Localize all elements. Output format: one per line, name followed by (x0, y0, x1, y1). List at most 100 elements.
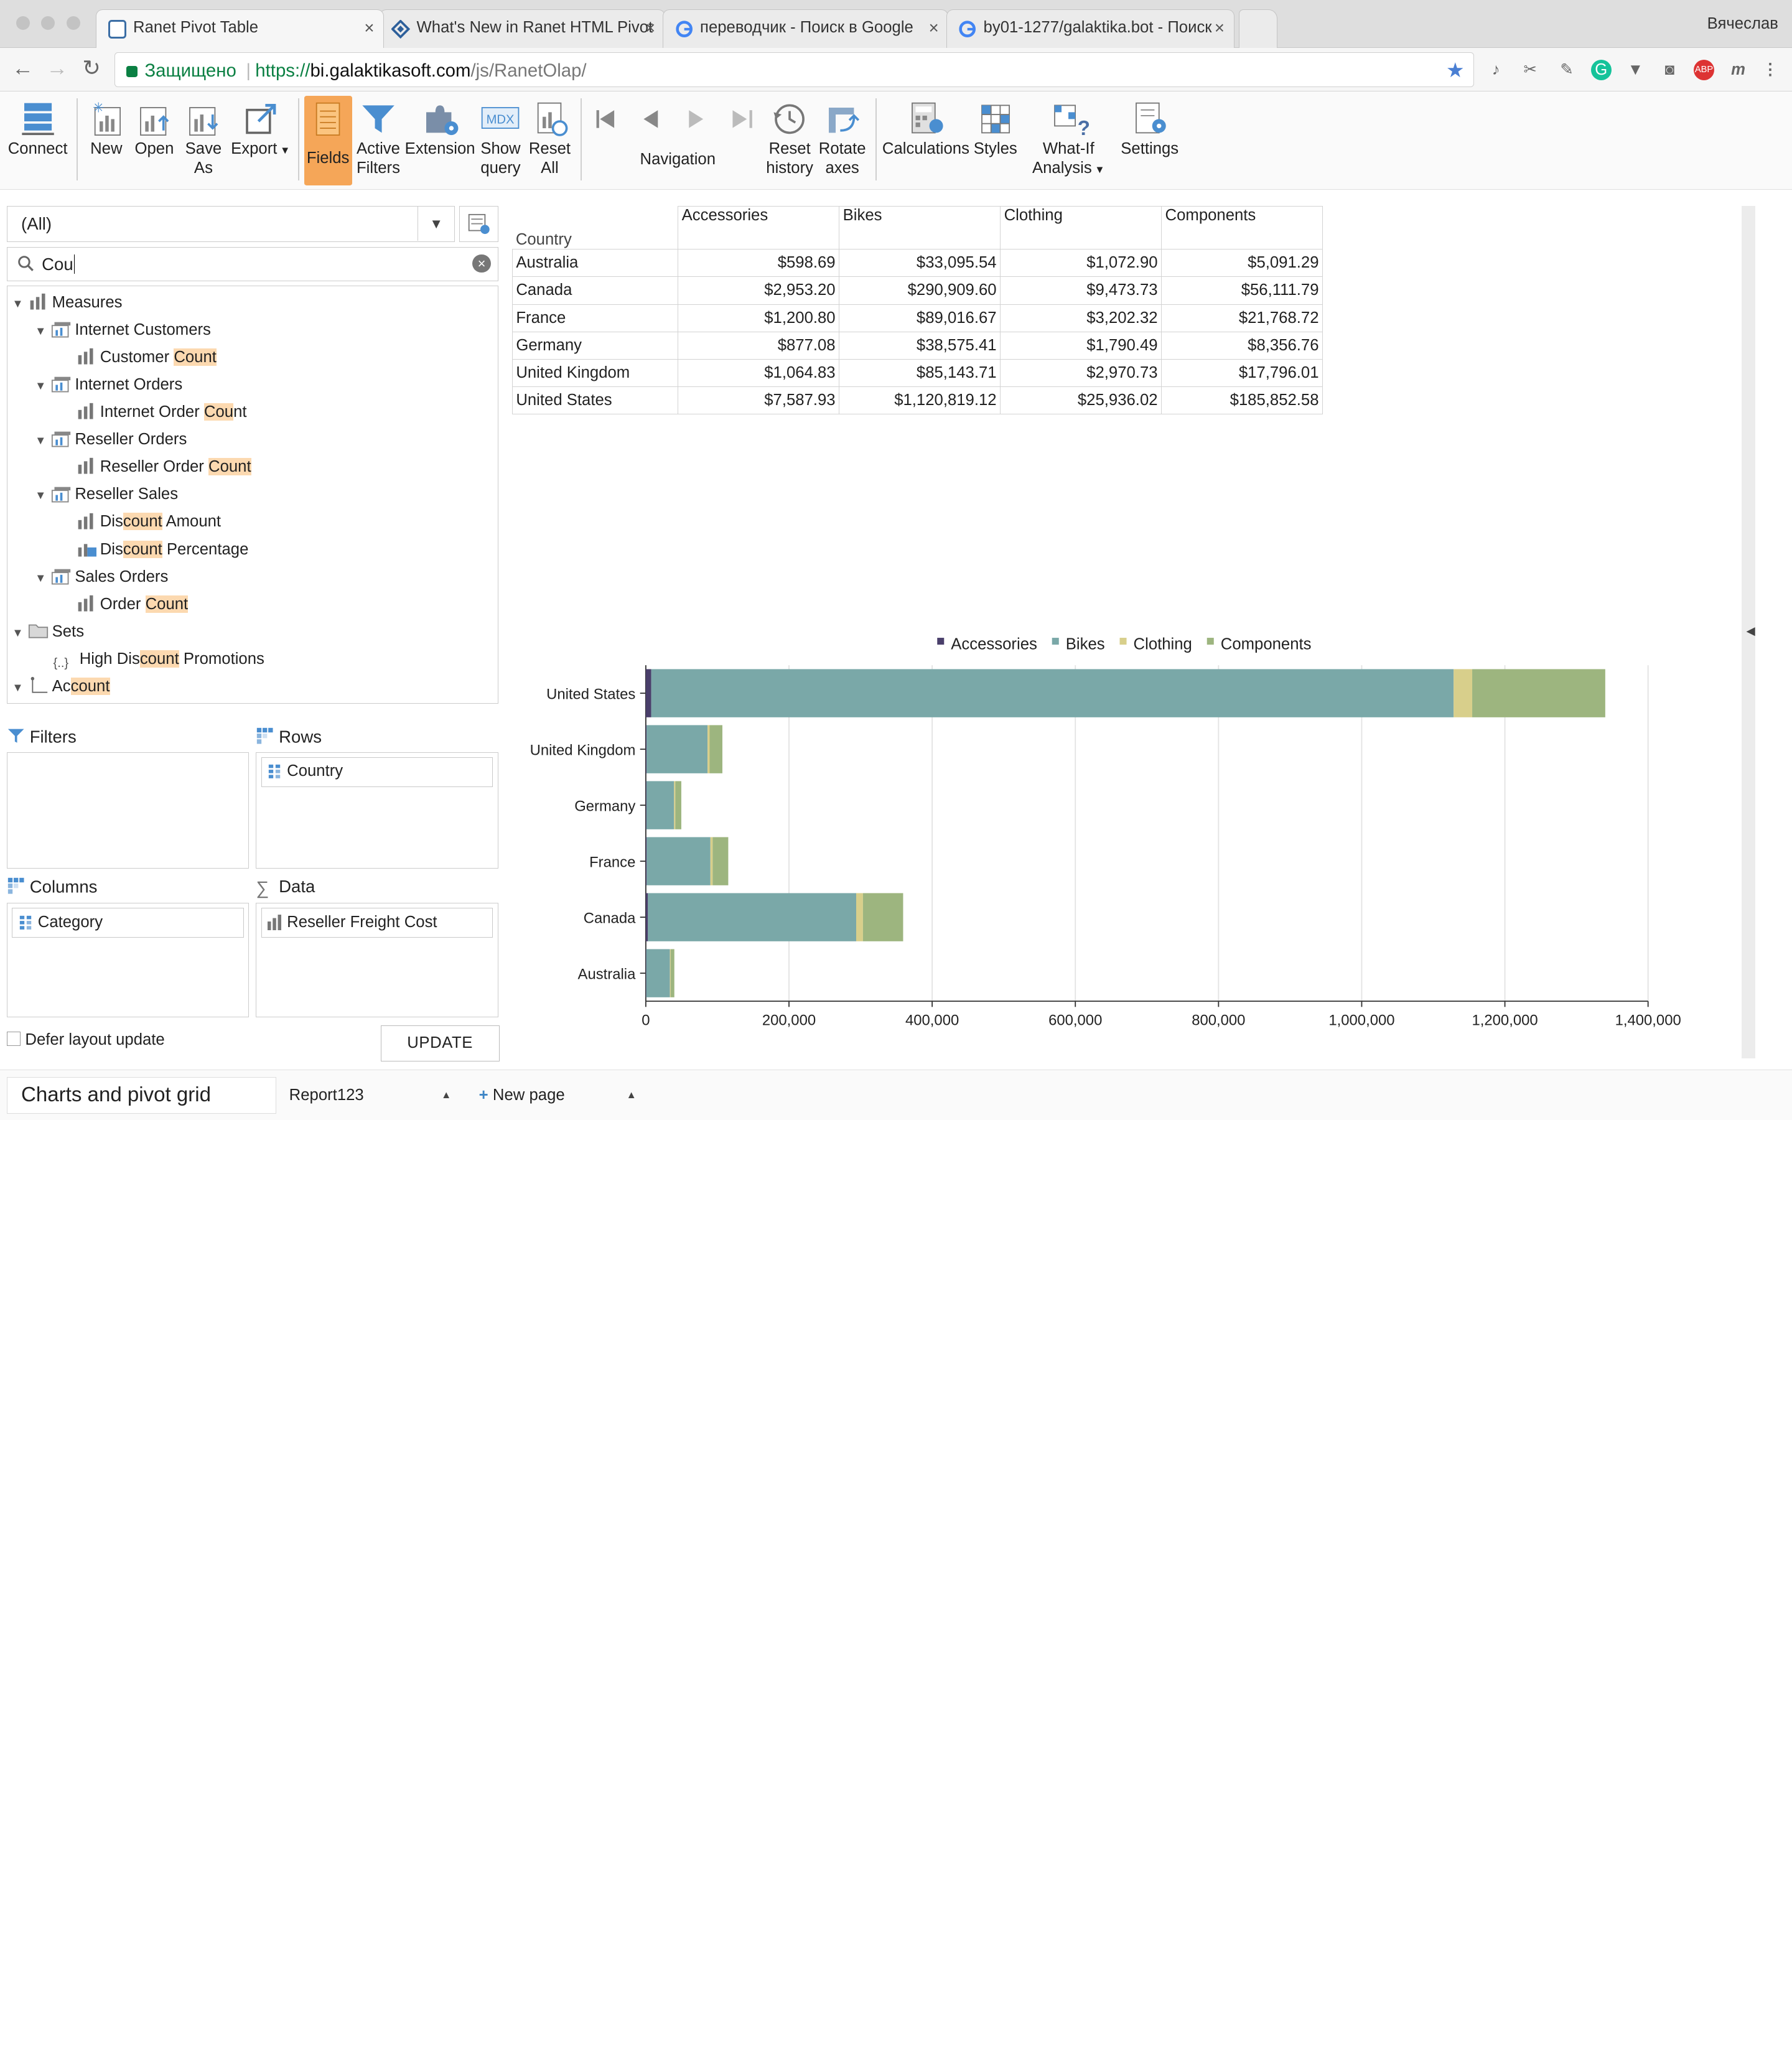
defer-layout-checkbox[interactable]: Defer layout update (7, 1031, 165, 1049)
row-member[interactable]: Canada (511, 276, 679, 305)
browser-tab-google-translate[interactable]: переводчик - Поиск в Google × (663, 9, 949, 49)
close-tab-icon[interactable]: × (364, 18, 374, 38)
data-cell[interactable]: $17,796.01 (1161, 358, 1323, 387)
extension-brush-icon[interactable]: ✎ (1557, 60, 1577, 80)
data-cell[interactable]: $21,768.72 (1161, 304, 1323, 332)
styles-button[interactable]: Styles (971, 96, 1019, 185)
row-member[interactable]: Germany (511, 331, 679, 360)
columns-drop-zone[interactable]: Category (7, 902, 250, 1017)
page-tab-current[interactable]: Charts and pivot grid (7, 1077, 277, 1114)
new-button[interactable]: ✳ New (82, 96, 130, 185)
tree-node-sales-orders[interactable]: ▼ Sales Orders (35, 563, 168, 590)
tree-node-internet-orders[interactable]: ▼ Internet Orders (35, 371, 182, 398)
calculations-button[interactable]: Calculations (882, 96, 969, 185)
data-cell[interactable]: $85,143.71 (839, 358, 1001, 387)
rows-drop-zone[interactable]: Country (256, 752, 498, 869)
extension-music-icon[interactable]: ♪ (1486, 60, 1506, 80)
data-cell[interactable]: $1,072.90 (1000, 249, 1162, 278)
collapse-arrow-icon[interactable]: ▼ (35, 372, 51, 399)
data-cell[interactable]: $3,202.32 (1000, 304, 1162, 332)
data-cell[interactable]: $185,852.58 (1161, 386, 1323, 414)
update-button[interactable]: UPDATE (380, 1025, 500, 1062)
reset-history-button[interactable]: Reset history (763, 96, 816, 185)
tree-node-account[interactable]: ▼ Account (12, 673, 110, 700)
collapse-arrow-icon[interactable]: ▼ (35, 564, 51, 592)
browser-menu-icon[interactable]: ⋮ (1760, 60, 1781, 80)
data-cell[interactable]: $2,970.73 (1000, 358, 1162, 387)
row-header-country[interactable]: Country (512, 206, 678, 250)
data-cell[interactable]: $2,953.20 (678, 276, 840, 305)
tree-node-reseller-order-count[interactable]: Reseller Order Count (76, 453, 251, 480)
new-tab-button[interactable] (1238, 9, 1278, 49)
browser-tab-whats-new[interactable]: What's New in Ranet HTML Pivot × (379, 9, 665, 49)
data-cell[interactable]: $877.08 (678, 331, 840, 360)
first-page-button[interactable] (587, 96, 626, 185)
data-cell[interactable]: $598.69 (678, 249, 840, 278)
connect-button[interactable]: Connect (4, 96, 71, 185)
tree-node-reseller-sales[interactable]: ▼ Reseller Sales (35, 480, 178, 508)
data-cell[interactable]: $25,936.02 (1000, 386, 1162, 414)
tree-node-internet-customers[interactable]: ▼ Internet Customers (35, 316, 211, 343)
chevron-up-icon[interactable]: ▲ (627, 1089, 637, 1101)
panel-collapse-arrow-icon[interactable]: ◀ (1746, 624, 1755, 638)
new-page-button[interactable]: + New page (479, 1086, 565, 1104)
data-cell[interactable]: $89,016.67 (839, 304, 1001, 332)
rotate-axes-button[interactable]: Rotate axes (816, 96, 868, 185)
cube-select[interactable]: (All) ▼ (7, 205, 455, 243)
collapse-arrow-icon[interactable]: ▼ (35, 482, 51, 509)
row-member[interactable]: France (511, 304, 679, 332)
settings-button[interactable]: Settings (1118, 96, 1182, 185)
rows-field-chip[interactable]: Country (261, 757, 493, 787)
collapse-arrow-icon[interactable]: ▼ (12, 619, 28, 646)
tree-settings-button[interactable] (459, 205, 498, 243)
tree-node-measures[interactable]: ▼ Measures (12, 289, 122, 316)
column-header[interactable]: Accessories (678, 205, 840, 250)
reset-all-button[interactable]: Reset All (526, 96, 574, 185)
prev-button[interactable] (633, 96, 672, 185)
grammarly-icon[interactable]: G (1590, 59, 1612, 80)
browser-tab-google-search[interactable]: by01-1277/galaktika.bot - Поиск × (946, 9, 1234, 49)
clear-search-icon[interactable]: × (472, 254, 491, 273)
column-header[interactable]: Clothing (1000, 205, 1162, 250)
chevron-up-icon[interactable]: ▲ (441, 1089, 451, 1101)
row-member[interactable]: Australia (511, 249, 679, 278)
bookmark-star-icon[interactable]: ★ (1446, 58, 1465, 83)
extension-m-icon[interactable]: m (1728, 60, 1748, 80)
extension-vee-icon[interactable]: ▼ (1625, 60, 1646, 80)
data-cell[interactable]: $1,120,819.12 (839, 386, 1001, 414)
pocket-icon[interactable]: ◙ (1659, 60, 1680, 80)
tree-node-high-discount-promotions[interactable]: {..} High Discount Promotions (53, 645, 264, 673)
data-drop-zone[interactable]: Reseller Freight Cost (256, 902, 498, 1017)
reload-icon[interactable]: ↻ (78, 56, 105, 81)
collapse-arrow-icon[interactable]: ▼ (35, 427, 51, 454)
browser-tab-ranet-pivot[interactable]: Ranet Pivot Table × (96, 9, 385, 49)
export-dropdown-button[interactable]: Export ▼ (228, 96, 292, 185)
chevron-down-icon[interactable]: ▼ (418, 206, 454, 241)
collapse-arrow-icon[interactable]: ▼ (12, 674, 28, 701)
row-member[interactable]: United Kingdom (511, 358, 679, 387)
adblock-icon[interactable]: ABP (1693, 59, 1715, 80)
data-cell[interactable]: $1,790.49 (1000, 331, 1162, 360)
collapse-arrow-icon[interactable]: ▼ (35, 317, 51, 345)
what-if-analysis-button[interactable]: ? What-If Analysis ▼ (1029, 96, 1109, 185)
last-page-button[interactable] (722, 96, 761, 185)
column-header[interactable]: Components (1161, 205, 1323, 250)
active-filters-button[interactable]: Active Filters (354, 96, 402, 185)
close-tab-icon[interactable]: × (929, 18, 939, 38)
data-cell[interactable]: $1,064.83 (678, 358, 840, 387)
close-tab-icon[interactable]: × (645, 18, 655, 38)
tree-node-customer-count[interactable]: Customer Count (76, 343, 217, 371)
page-tab-report[interactable]: Report123 (289, 1086, 364, 1104)
tree-node-internet-order-count[interactable]: Internet Order Count (76, 398, 247, 426)
data-cell[interactable]: $5,091.29 (1161, 249, 1323, 278)
open-button[interactable]: Open (130, 96, 178, 185)
back-arrow-icon[interactable]: ← (9, 56, 37, 81)
show-query-button[interactable]: MDX Show query (475, 96, 526, 185)
extension-scissors-icon[interactable]: ✂ (1520, 60, 1541, 80)
extension-button[interactable]: Extension (404, 96, 475, 185)
column-header[interactable]: Bikes (839, 205, 1001, 250)
filters-drop-zone[interactable] (7, 752, 250, 869)
close-tab-icon[interactable]: × (1215, 18, 1225, 38)
minimize-window-icon[interactable] (41, 16, 55, 30)
fields-button[interactable]: Fields (304, 96, 352, 185)
